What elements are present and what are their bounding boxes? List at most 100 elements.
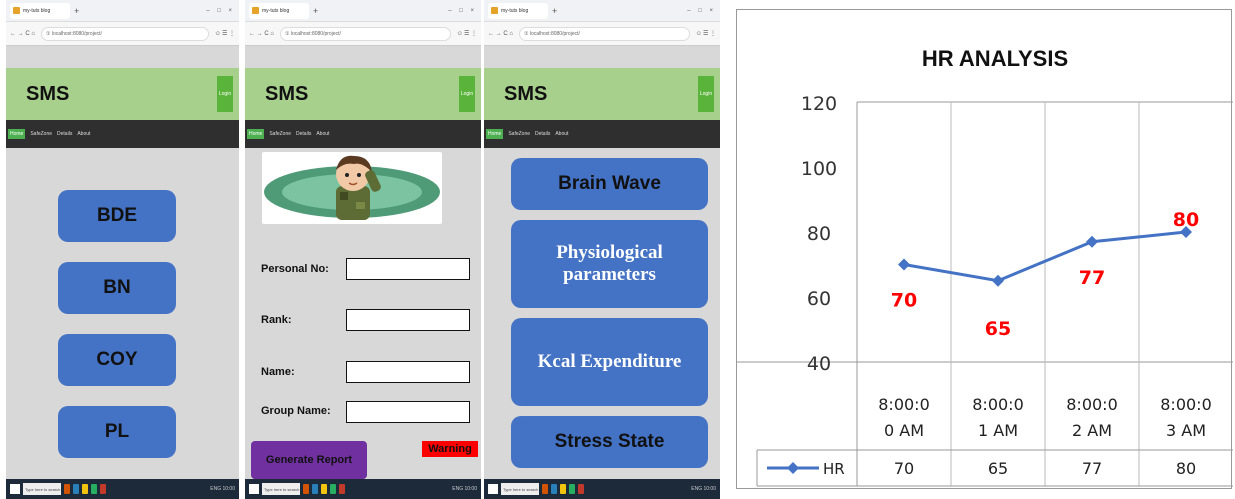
browser-tab[interactable]: my-tuts blog [488, 2, 548, 19]
stress-state-button[interactable]: Stress State [511, 416, 708, 468]
x-tick-label: 1 AM [978, 421, 1018, 440]
nav-home[interactable]: Home [486, 129, 504, 139]
x-tick-label: 8:00:0 [878, 395, 930, 414]
taskbar-app-icon[interactable] [578, 484, 584, 494]
name-input[interactable] [346, 361, 470, 383]
system-tray: ENG 10:00 [210, 486, 235, 492]
nav-safezone[interactable]: SafeZone [508, 131, 530, 137]
hr-data-label: 80 [1173, 209, 1199, 231]
windows-start-icon[interactable] [488, 484, 498, 494]
y-tick-label: 100 [801, 158, 837, 180]
profile-content: Personal No: Rank: Name: Group Name: Gen… [245, 148, 481, 479]
nav-details[interactable]: Details [296, 131, 311, 137]
browser-tools[interactable]: ✩ ☰ ⋮ [696, 30, 716, 37]
nav-about[interactable]: About [316, 131, 329, 137]
hr-data-point [1086, 235, 1098, 248]
taskbar-app-icon[interactable] [303, 484, 309, 494]
favicon-icon [13, 7, 20, 14]
nav-controls[interactable]: ← → C ⌂ [249, 31, 274, 37]
new-tab-button[interactable]: + [74, 6, 79, 16]
url-field[interactable]: ① localhost:8080/project/ [40, 26, 210, 41]
generate-report-button[interactable]: Generate Report [251, 441, 367, 479]
personal-no-input[interactable] [346, 258, 470, 280]
kcal-expenditure-button[interactable]: Kcal Expenditure [511, 318, 708, 406]
spacer [245, 46, 481, 68]
x-tick-label: 2 AM [1072, 421, 1112, 440]
app-title: SMS [265, 82, 309, 105]
browser-tools[interactable]: ✩ ☰ ⋮ [215, 30, 235, 37]
group-name-label: Group Name: [261, 405, 331, 417]
windows-start-icon[interactable] [249, 484, 259, 494]
taskbar-app-icon[interactable] [73, 484, 79, 494]
menu-content: BDE BN COY PL [6, 148, 239, 479]
new-tab-button[interactable]: + [552, 6, 557, 16]
window-controls[interactable]: – □ × [687, 8, 716, 14]
physiological-parameters-button[interactable]: Physiological parameters [511, 220, 708, 308]
x-tick-label: 8:00:0 [1160, 395, 1212, 414]
nav-about[interactable]: About [77, 131, 90, 137]
nav-home[interactable]: Home [8, 129, 26, 139]
url-field[interactable]: ① localhost:8080/project/ [518, 26, 691, 41]
favicon-icon [491, 7, 498, 14]
taskbar-app-icon[interactable] [321, 484, 327, 494]
hr-data-label: 65 [985, 318, 1011, 340]
taskbar-app-icon[interactable] [569, 484, 575, 494]
taskbar-search[interactable]: Type here to search [23, 483, 61, 495]
parameters-screen: my-tuts blog + – □ × ← → C ⌂ ① localhost… [484, 0, 720, 499]
taskbar-app-icon[interactable] [330, 484, 336, 494]
taskbar-search[interactable]: Type here to search [262, 483, 300, 495]
address-bar: ← → C ⌂ ① localhost:8080/project/ ✩ ☰ ⋮ [484, 22, 720, 46]
rank-input[interactable] [346, 309, 470, 331]
app-title: SMS [504, 82, 548, 105]
app-header: SMS Login [245, 68, 481, 120]
taskbar-app-icon[interactable] [91, 484, 97, 494]
windows-start-icon[interactable] [10, 484, 20, 494]
taskbar-app-icon[interactable] [551, 484, 557, 494]
taskbar-app-icon[interactable] [339, 484, 345, 494]
nav-about[interactable]: About [555, 131, 568, 137]
taskbar-app-icon[interactable] [82, 484, 88, 494]
taskbar: Type here to search ENG 10:00 [245, 479, 481, 499]
login-button[interactable]: Login [459, 76, 475, 112]
bde-button[interactable]: BDE [58, 190, 176, 242]
nav-details[interactable]: Details [535, 131, 550, 137]
favicon-icon [252, 7, 259, 14]
nav-safezone[interactable]: SafeZone [269, 131, 291, 137]
browser-tab[interactable]: my-tuts blog [10, 2, 70, 19]
nav-controls[interactable]: ← → C ⌂ [10, 31, 35, 37]
x-tick-label: 3 AM [1166, 421, 1206, 440]
url-field[interactable]: ① localhost:8080/project/ [279, 26, 452, 41]
coy-button[interactable]: COY [58, 334, 176, 386]
taskbar-app-icon[interactable] [100, 484, 106, 494]
window-controls[interactable]: – □ × [206, 8, 235, 14]
brain-wave-button[interactable]: Brain Wave [511, 158, 708, 210]
new-tab-button[interactable]: + [313, 6, 318, 16]
nav-home[interactable]: Home [247, 129, 265, 139]
table-value-cell: 77 [1082, 459, 1102, 478]
login-button[interactable]: Login [698, 76, 714, 112]
legend-label: HR [823, 460, 845, 478]
nav-details[interactable]: Details [57, 131, 72, 137]
bn-button[interactable]: BN [58, 262, 176, 314]
system-tray: ENG 10:00 [452, 486, 477, 492]
group-name-input[interactable] [346, 401, 470, 423]
taskbar-app-icon[interactable] [64, 484, 70, 494]
taskbar: Type here to search ENG 10:00 [484, 479, 720, 499]
nav-safezone[interactable]: SafeZone [30, 131, 52, 137]
login-button[interactable]: Login [217, 76, 233, 112]
taskbar-app-icon[interactable] [560, 484, 566, 494]
browser-tab[interactable]: my-tuts blog [249, 2, 309, 19]
window-controls[interactable]: – □ × [448, 8, 477, 14]
hr-data-label: 70 [891, 290, 917, 312]
pl-button[interactable]: PL [58, 406, 176, 458]
browser-tab-bar: my-tuts blog + – □ × [6, 0, 239, 22]
taskbar-app-icon[interactable] [542, 484, 548, 494]
taskbar-search[interactable]: Type here to search [501, 483, 539, 495]
taskbar-app-icon[interactable] [312, 484, 318, 494]
table-value-cell: 80 [1176, 459, 1196, 478]
nav-controls[interactable]: ← → C ⌂ [488, 31, 513, 37]
browser-tools[interactable]: ✩ ☰ ⋮ [457, 30, 477, 37]
app-header: SMS Login [6, 68, 239, 120]
name-label: Name: [261, 366, 295, 378]
app-nav: Home SafeZone Details About [6, 120, 239, 148]
